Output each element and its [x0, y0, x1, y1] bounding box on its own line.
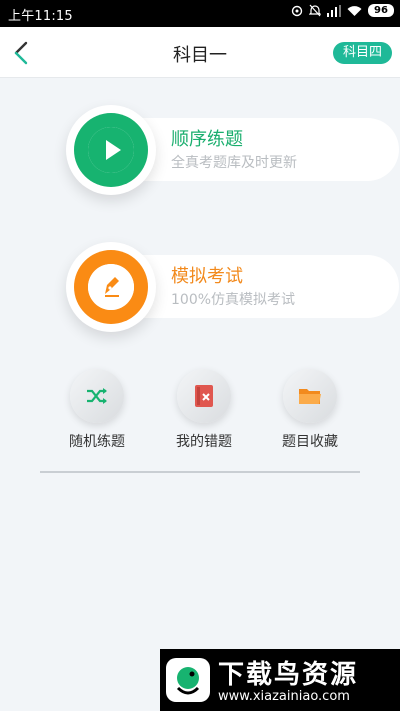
card-title: 顺序练题 [171, 129, 243, 150]
card-subtitle: 100%仿真模拟考试 [171, 292, 296, 308]
shuffle-icon [87, 388, 107, 404]
watermark: 下载鸟资源 www.xiazainiao.com [160, 649, 400, 711]
battery-indicator: 96 [368, 4, 394, 17]
mini-circle [70, 369, 124, 423]
action-label: 我的错题 [176, 434, 232, 450]
watermark-logo [166, 658, 210, 702]
card-disc [66, 105, 156, 195]
subject-switch-button[interactable]: 科目四 [332, 42, 392, 64]
play-icon [88, 127, 134, 173]
watermark-title: 下载鸟资源 [218, 660, 359, 690]
mute-bell-icon [309, 4, 321, 17]
wifi-icon [347, 5, 362, 16]
card-subtitle: 全真考题库及时更新 [171, 155, 297, 171]
status-bar: 上午11:15 96 [0, 0, 400, 27]
mini-circle [283, 369, 337, 423]
random-practice-button[interactable]: 随机练题 [42, 369, 152, 451]
watermark-url: www.xiazainiao.com [218, 689, 350, 704]
divider [40, 471, 360, 473]
action-label: 题目收藏 [282, 434, 338, 450]
mock-exam-card[interactable]: 模拟考试 100%仿真模拟考试 [66, 242, 400, 334]
circle-status-icon [291, 5, 303, 16]
status-time: 上午11:15 [8, 9, 73, 24]
header-bar: 科目一 科目四 [0, 27, 400, 78]
card-disc [66, 242, 156, 332]
action-label: 随机练题 [69, 434, 125, 450]
pen-icon [88, 264, 134, 310]
wrong-book-icon [195, 385, 213, 407]
sequential-practice-card[interactable]: 顺序练题 全真考题库及时更新 [66, 105, 400, 197]
mini-circle [177, 369, 231, 423]
my-mistakes-button[interactable]: 我的错题 [149, 369, 259, 451]
card-title: 模拟考试 [171, 266, 243, 287]
favorites-button[interactable]: 题目收藏 [255, 369, 365, 451]
status-icons: 96 [291, 4, 394, 17]
folder-icon [299, 389, 321, 404]
signal-icon [327, 4, 341, 17]
